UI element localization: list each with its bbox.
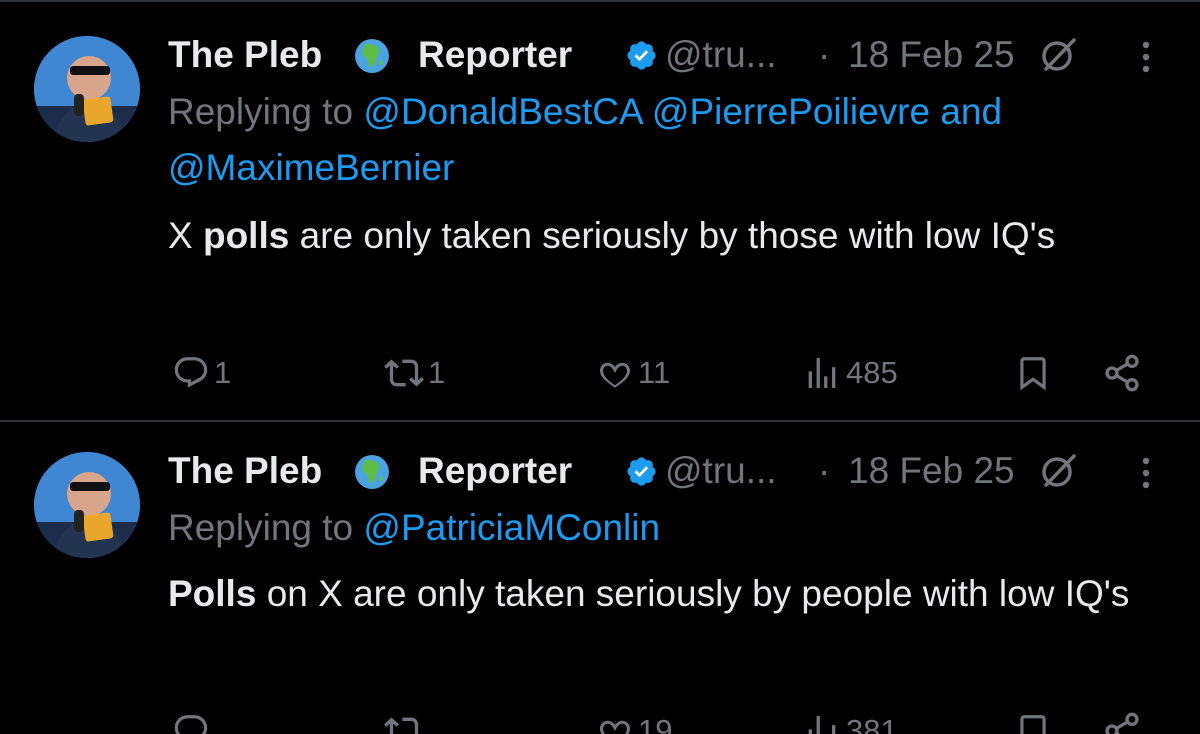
- replying-to: Replying to @PatriciaMConlin: [168, 500, 1168, 556]
- tweet-header: The Pleb Reporter @tru... · 18 Feb 25: [168, 442, 1180, 500]
- globe-africa-icon: [355, 455, 389, 489]
- mention-link[interactable]: @PierrePoilievre: [652, 91, 930, 132]
- author-name[interactable]: The Pleb: [168, 442, 322, 500]
- mention-joiner[interactable]: and: [940, 91, 1002, 132]
- tweet[interactable]: The Pleb Reporter @tru... · 18 Feb 25 Re…: [0, 422, 1200, 734]
- tweet-actions: 19 381: [168, 706, 1168, 734]
- mention-link[interactable]: @PatriciaMConlin: [363, 507, 660, 548]
- repost-icon: [384, 717, 419, 734]
- bookmark-icon: [1020, 715, 1046, 734]
- views-button[interactable]: 381: [802, 706, 898, 734]
- separator-dot: ·: [818, 34, 831, 75]
- tweet-text-rest: on X are only taken seriously by people …: [256, 573, 1130, 614]
- tweet-date[interactable]: 18 Feb 25: [848, 442, 1015, 500]
- views-count: 485: [846, 355, 898, 390]
- share-icon: [1105, 354, 1139, 392]
- bookmark-button[interactable]: [1014, 348, 1052, 398]
- like-button[interactable]: 11: [596, 348, 670, 398]
- like-count: 11: [638, 355, 671, 390]
- views-icon: [808, 358, 836, 388]
- reply-icon: [174, 715, 208, 734]
- author-name[interactable]: The Pleb: [168, 26, 322, 84]
- tweet-text-bold: Polls: [168, 573, 257, 614]
- reply-button[interactable]: [172, 706, 214, 734]
- author-handle[interactable]: @tru...: [665, 442, 777, 500]
- views-icon: [808, 716, 836, 734]
- verified-badge-icon: [627, 41, 656, 70]
- globe-africa-icon: [355, 39, 389, 73]
- like-count: 19: [638, 713, 673, 734]
- share-icon: [1105, 712, 1139, 734]
- bookmark-button[interactable]: [1014, 706, 1052, 734]
- grok-icon[interactable]: [1038, 451, 1078, 491]
- bookmark-icon: [1020, 357, 1046, 391]
- replying-to-label: Replying to: [168, 507, 364, 548]
- tweet-date[interactable]: 18 Feb 25: [848, 26, 1015, 84]
- like-button[interactable]: 19: [596, 706, 672, 734]
- separator-dot: ·: [818, 450, 831, 491]
- tweet-text-bold: polls: [202, 215, 290, 256]
- heart-icon: [599, 362, 631, 388]
- more-options-icon[interactable]: [1136, 456, 1156, 490]
- reply-button[interactable]: 1: [172, 348, 231, 398]
- tweet-header: The Pleb Reporter @tru... · 18 Feb 25: [168, 26, 1180, 84]
- author-handle[interactable]: @tru...: [665, 26, 777, 84]
- verified-badge-icon: [627, 457, 656, 486]
- mention-link[interactable]: @MaximeBernier: [168, 147, 454, 188]
- replying-to-label: Replying to: [168, 91, 364, 132]
- reply-count: 1: [214, 355, 232, 390]
- tweet-text: Polls on X are only taken seriously by p…: [168, 565, 1168, 622]
- repost-button[interactable]: 1: [384, 348, 445, 398]
- share-button[interactable]: [1102, 348, 1142, 398]
- repost-button[interactable]: [384, 706, 428, 734]
- avatar[interactable]: [34, 36, 140, 142]
- share-button[interactable]: [1102, 706, 1142, 734]
- tweet-text-rest: are only taken seriously by those with l…: [289, 215, 1056, 256]
- grok-icon[interactable]: [1038, 35, 1078, 75]
- more-options-icon[interactable]: [1136, 40, 1156, 74]
- avatar[interactable]: [34, 452, 140, 558]
- author-name-part2[interactable]: Reporter: [418, 442, 572, 500]
- views-button[interactable]: 485: [802, 348, 898, 398]
- replying-to: Replying to @DonaldBestCA @PierrePoiliev…: [168, 84, 1168, 196]
- tweet-text: X polls are only taken seriously by thos…: [168, 207, 1168, 264]
- repost-icon: [384, 359, 424, 387]
- heart-icon: [599, 720, 631, 734]
- repost-count: 1: [428, 355, 446, 390]
- tweet[interactable]: The Pleb Reporter @tru... · 18 Feb 25 Re…: [0, 0, 1200, 422]
- author-name-part2[interactable]: Reporter: [418, 26, 572, 84]
- tweet-text-start: X: [168, 215, 203, 256]
- views-count: 381: [846, 713, 898, 734]
- reply-icon: [174, 357, 208, 388]
- timeline-feed: The Pleb Reporter @tru... · 18 Feb 25 Re…: [0, 0, 1200, 734]
- mention-link[interactable]: @DonaldBestCA: [363, 91, 641, 132]
- tweet-actions: 1 1 11 485: [168, 348, 1168, 398]
